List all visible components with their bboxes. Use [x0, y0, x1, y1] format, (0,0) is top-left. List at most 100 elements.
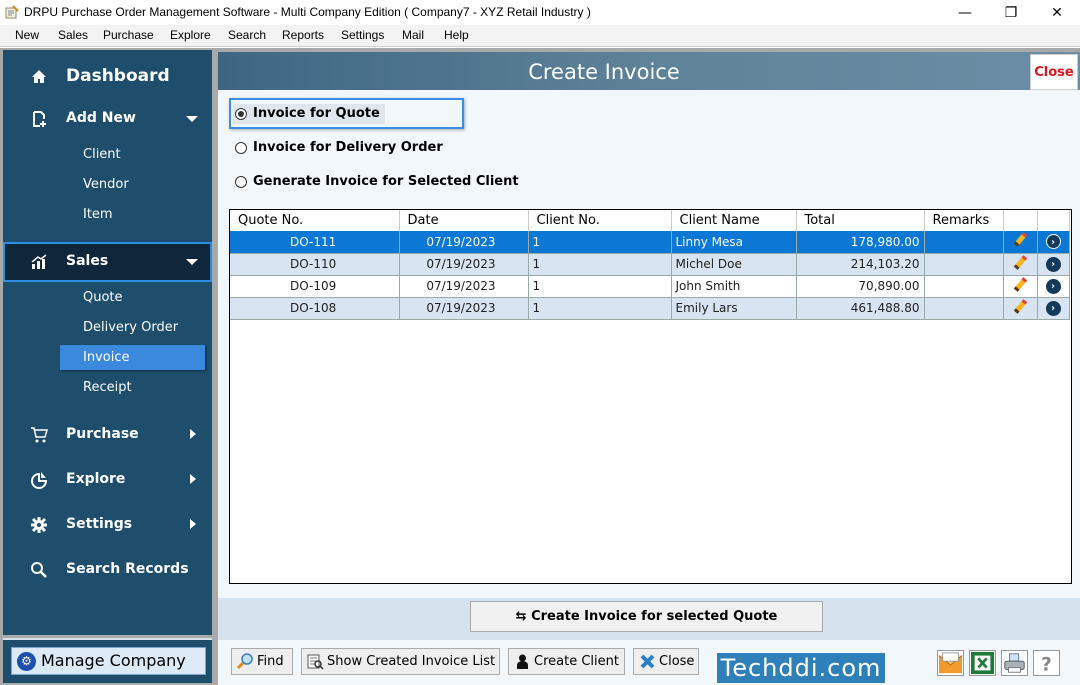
manage-company-label: Manage Company — [41, 651, 186, 670]
chevron-right-icon — [190, 429, 196, 439]
help-icon[interactable]: ? — [1033, 650, 1060, 676]
gear-icon — [31, 517, 47, 533]
radio-button[interactable] — [235, 142, 247, 154]
sidebar-label: Add New — [66, 110, 136, 126]
show-created-invoice-list-button[interactable]: Show Created Invoice List — [301, 648, 500, 675]
column-header-quote-no[interactable]: Quote No. — [230, 210, 400, 231]
action-bar: ⇆ Create Invoice for selected Quote — [218, 598, 1080, 640]
radio-button[interactable] — [235, 176, 247, 188]
cell-quote-no: DO-108 — [230, 297, 400, 320]
table-row[interactable]: DO-110 07/19/2023 1 Michel Doe 214,103.2… — [230, 253, 1070, 276]
table-row[interactable]: DO-108 07/19/2023 1 Emily Lars 461,488.8… — [230, 297, 1070, 320]
pencil-icon — [1013, 300, 1027, 314]
sidebar-subitem-invoice[interactable]: Invoice — [60, 345, 205, 370]
create-invoice-button[interactable]: ⇆ Create Invoice for selected Quote — [470, 601, 823, 632]
sidebar-item-dashboard[interactable]: Dashboard — [3, 57, 212, 95]
menu-help[interactable]: Help — [444, 28, 469, 42]
sidebar-label: Dashboard — [66, 66, 170, 86]
sidebar-subitem-receipt[interactable]: Receipt — [60, 375, 205, 400]
create-client-button[interactable]: Create Client — [508, 648, 625, 675]
table-row[interactable]: DO-111 07/19/2023 1 Linny Mesa 178,980.0… — [230, 231, 1070, 254]
open-button[interactable]: › — [1037, 297, 1070, 320]
cell-total: 461,488.80 — [796, 297, 925, 320]
cell-remarks — [924, 297, 1004, 320]
menu-search[interactable]: Search — [228, 28, 266, 42]
cell-client-no: 1 — [528, 231, 672, 254]
cell-client-no: 1 — [528, 297, 672, 320]
menu-reports[interactable]: Reports — [282, 28, 324, 42]
open-button[interactable]: › — [1037, 231, 1070, 254]
edit-button[interactable] — [1003, 275, 1038, 298]
radio-label: Invoice for Delivery Order — [253, 140, 443, 155]
cell-remarks — [924, 231, 1004, 254]
open-button[interactable]: › — [1037, 253, 1070, 276]
brand-watermark: Techddi.com — [717, 653, 885, 683]
app-icon — [5, 5, 19, 19]
add-document-icon — [33, 111, 46, 127]
sidebar-item-purchase[interactable]: Purchase — [3, 416, 212, 454]
menu-explore[interactable]: Explore — [170, 28, 211, 42]
pencil-icon — [1013, 278, 1027, 292]
cart-icon — [31, 427, 48, 443]
cell-client-name: John Smith — [671, 275, 797, 298]
close-bottom-button[interactable]: Close — [633, 648, 699, 675]
restore-button[interactable]: ❐ — [988, 0, 1034, 25]
sidebar-item-sales[interactable]: Sales — [3, 242, 212, 282]
sidebar-label: Sales — [66, 253, 109, 269]
column-header-client-no[interactable]: Client No. — [528, 210, 672, 231]
sidebar-subitem-quote[interactable]: Quote — [60, 285, 205, 310]
menu-settings[interactable]: Settings — [341, 28, 384, 42]
open-button[interactable]: › — [1037, 275, 1070, 298]
pencil-icon — [1013, 233, 1027, 247]
radio-button-checked[interactable] — [235, 108, 247, 120]
radio-label: Invoice for Quote — [253, 106, 380, 121]
printer-icon[interactable] — [1001, 650, 1028, 676]
sidebar-item-search-records[interactable]: Search Records — [3, 551, 212, 589]
sidebar-subitem-client[interactable]: Client — [60, 142, 205, 167]
sidebar-subitem-vendor[interactable]: Vendor — [60, 172, 205, 197]
cell-date: 07/19/2023 — [399, 253, 529, 276]
magnifier-icon — [237, 653, 253, 670]
cell-date: 07/19/2023 — [399, 297, 529, 320]
menu-purchase[interactable]: Purchase — [103, 28, 154, 42]
edit-button[interactable] — [1003, 297, 1038, 320]
column-header-remarks[interactable]: Remarks — [924, 210, 1004, 231]
sidebar-item-add-new[interactable]: Add New — [3, 100, 212, 138]
cell-date: 07/19/2023 — [399, 231, 529, 254]
email-icon[interactable] — [937, 650, 964, 676]
find-button[interactable]: Find — [231, 648, 293, 675]
create-invoice-label: Create Invoice for selected Quote — [531, 609, 778, 624]
edit-button[interactable] — [1003, 231, 1038, 254]
pie-chart-icon — [31, 472, 48, 489]
title-bar: DRPU Purchase Order Management Software … — [0, 0, 1080, 25]
edit-button[interactable] — [1003, 253, 1038, 276]
sidebar: Dashboard Add New Client Vendor Item Sal… — [3, 50, 212, 635]
close-window-button[interactable]: ✕ — [1034, 0, 1080, 25]
sidebar-item-settings[interactable]: Settings — [3, 506, 212, 544]
menu-new[interactable]: New — [15, 28, 39, 42]
cell-client-no: 1 — [528, 275, 672, 298]
close-button[interactable]: Close — [1030, 54, 1078, 90]
menu-sales[interactable]: Sales — [58, 28, 88, 42]
close-x-icon — [640, 654, 655, 669]
table-row[interactable]: DO-109 07/19/2023 1 John Smith 70,890.00… — [230, 275, 1070, 298]
table-header-row: Quote No. Date Client No. Client Name To… — [230, 210, 1070, 231]
manage-company-button[interactable]: ⚙ Manage Company — [11, 647, 206, 675]
column-header-date[interactable]: Date — [399, 210, 529, 231]
excel-icon[interactable] — [969, 650, 996, 676]
svg-text:?: ? — [1041, 654, 1052, 675]
cell-date: 07/19/2023 — [399, 275, 529, 298]
cell-remarks — [924, 275, 1004, 298]
sidebar-subitem-item[interactable]: Item — [60, 202, 205, 227]
window-title: DRPU Purchase Order Management Software … — [24, 5, 591, 19]
menu-mail[interactable]: Mail — [402, 28, 424, 42]
find-label: Find — [257, 654, 284, 669]
cell-client-name: Michel Doe — [671, 253, 797, 276]
minimize-button[interactable]: — — [942, 0, 988, 25]
chart-icon — [31, 254, 47, 269]
sidebar-item-explore[interactable]: Explore — [3, 461, 212, 499]
sidebar-subitem-delivery-order[interactable]: Delivery Order — [60, 315, 205, 340]
column-header-client-name[interactable]: Client Name — [671, 210, 797, 231]
column-header-total[interactable]: Total — [796, 210, 925, 231]
arrow-right-circle-icon: › — [1045, 257, 1061, 272]
